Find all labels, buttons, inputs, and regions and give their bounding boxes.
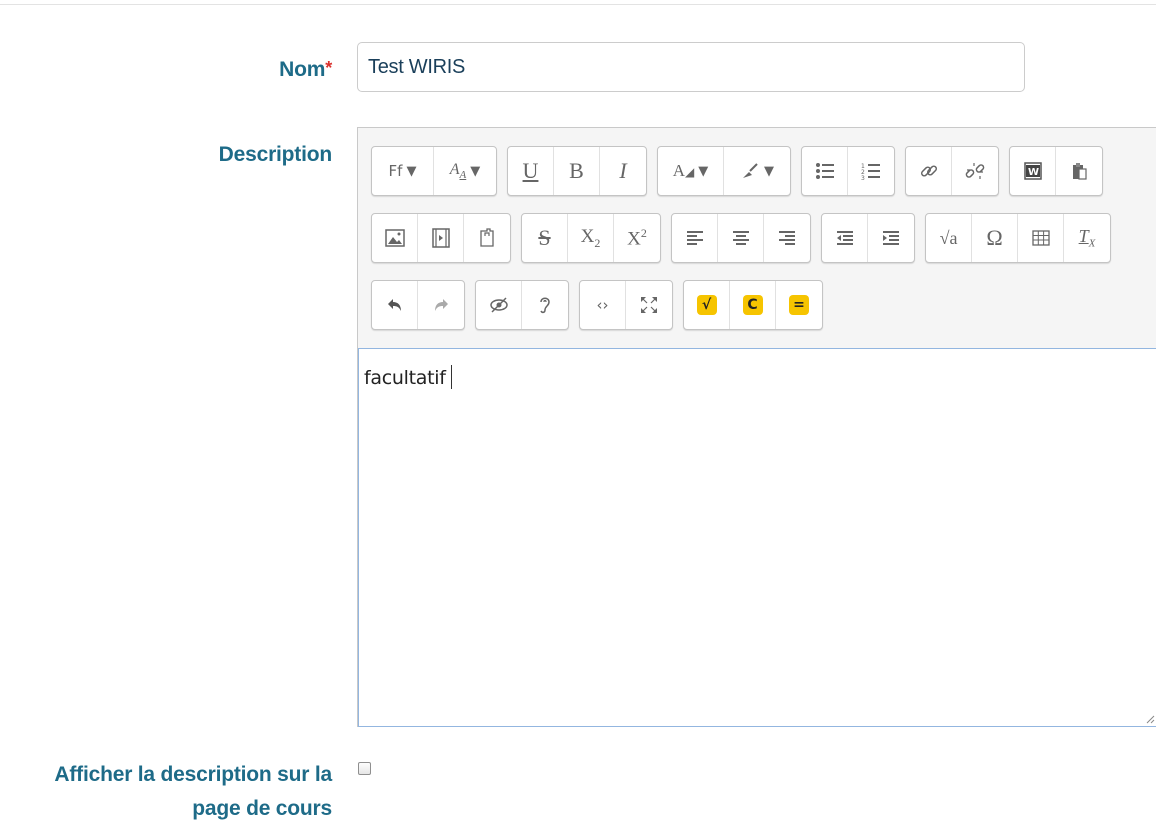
subscript-icon[interactable]: X2 [568,214,614,262]
editor-text: facultatif [364,365,452,389]
italic-icon[interactable]: I [600,147,646,195]
unlink-icon[interactable] [952,147,998,195]
wiris-math-icon[interactable]: √ [684,281,730,329]
screenreader-helper-icon[interactable] [522,281,568,329]
toolbar-group-insert: √a Ω TX [925,213,1111,263]
svg-text:W: W [1028,167,1039,178]
toolbar-group-wiris: √ C = [683,280,823,330]
toolbar-row-2: S X2 X2 √a Ω TX [371,213,1111,263]
font-color-icon[interactable]: A◢ ▼ [658,147,724,195]
name-input[interactable] [357,42,1025,92]
wiris-chem-glyph: C [742,295,763,315]
paste-from-word-icon[interactable]: W [1010,147,1056,195]
accessibility-checker-icon[interactable] [476,281,522,329]
clear-formatting-icon[interactable]: TX [1064,214,1110,262]
table-icon[interactable] [1018,214,1064,262]
show-description-label: Afficher la description sur la page de c… [54,763,332,820]
strikethrough-icon[interactable]: S [522,214,568,262]
background-color-icon[interactable]: ▼ [724,147,790,195]
ordered-list-icon[interactable]: 123 [848,147,894,195]
toolbar-group-media [371,213,511,263]
align-left-icon[interactable] [672,214,718,262]
font-family-icon[interactable]: Ff ▼ [372,147,434,195]
name-label: Nom* [279,58,332,81]
font-size-icon[interactable]: AA ▼ [434,147,496,195]
undo-icon[interactable] [372,281,418,329]
wiris-calc-glyph: = [789,295,809,315]
toolbar-group-history [371,280,465,330]
html-source-icon[interactable]: ‹› [580,281,626,329]
indent-icon[interactable] [868,214,914,262]
link-icon[interactable] [906,147,952,195]
toolbar-group-align [671,213,811,263]
text-cursor [450,365,452,389]
wiris-math-glyph: √ [696,295,717,315]
fullscreen-icon[interactable] [626,281,672,329]
redo-icon[interactable] [418,281,464,329]
manage-files-icon[interactable] [464,214,510,262]
top-divider [0,4,1156,5]
bold-icon[interactable]: B [554,147,600,195]
toolbar-group-style: U B I [507,146,647,196]
description-editor: Ff ▼ AA ▼ U B I A◢ ▼ ▼ 123 W S X2 X2 √a … [357,127,1156,727]
editor-content-area[interactable]: facultatif [358,348,1156,727]
align-right-icon[interactable] [764,214,810,262]
toolbar-group-source: ‹› [579,280,673,330]
insert-media-icon[interactable] [418,214,464,262]
show-description-checkbox[interactable] [358,762,371,775]
toolbar-group-font: Ff ▼ AA ▼ [371,146,497,196]
superscript-icon[interactable]: X2 [614,214,660,262]
insert-image-icon[interactable] [372,214,418,262]
toolbar-group-paste: W [1009,146,1103,196]
paste-icon[interactable] [1056,147,1102,195]
toolbar-row-1: Ff ▼ AA ▼ U B I A◢ ▼ ▼ 123 W [371,146,1103,196]
toolbar-group-script: S X2 X2 [521,213,661,263]
toolbar-row-3: ‹› √ C = [371,280,823,330]
description-label: Description [218,143,333,166]
wiris-chem-icon[interactable]: C [730,281,776,329]
outdent-icon[interactable] [822,214,868,262]
toolbar-group-indent [821,213,915,263]
underline-icon[interactable]: U [508,147,554,195]
special-character-icon[interactable]: Ω [972,214,1018,262]
svg-text:3: 3 [861,175,865,180]
unordered-list-icon[interactable] [802,147,848,195]
toolbar-group-links [905,146,999,196]
toolbar-group-color: A◢ ▼ ▼ [657,146,791,196]
align-center-icon[interactable] [718,214,764,262]
required-asterisk: * [325,58,332,78]
wiris-calc-icon[interactable]: = [776,281,822,329]
toolbar-group-accessibility [475,280,569,330]
toolbar-group-lists: 123 [801,146,895,196]
resize-handle-icon[interactable] [1145,714,1155,724]
equation-icon[interactable]: √a [926,214,972,262]
